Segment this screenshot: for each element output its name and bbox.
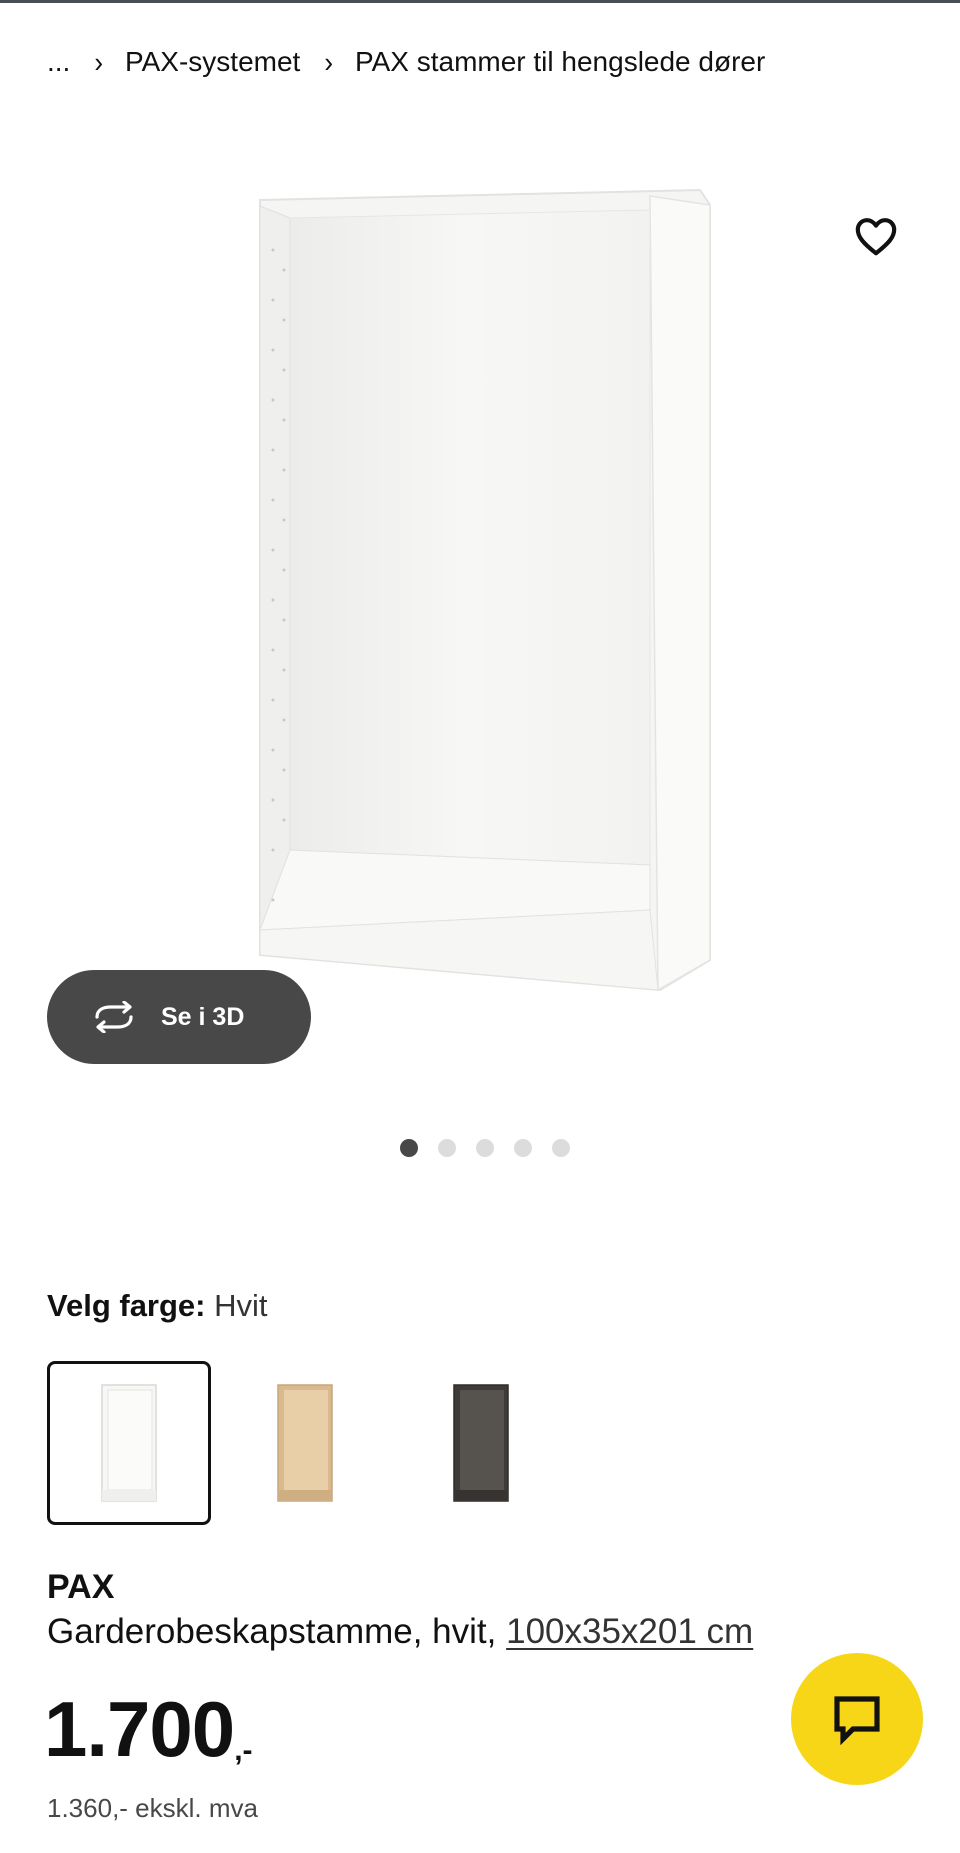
swatch-dark[interactable] <box>399 1361 563 1525</box>
oak-frame-thumbnail <box>277 1384 333 1502</box>
color-swatches <box>47 1361 563 1525</box>
price-ex-vat: 1.360,- ekskl. mva <box>47 1793 258 1823</box>
pagination-dot[interactable] <box>514 1139 532 1157</box>
product-type: Garderobeskapstamme, hvit, <box>47 1612 497 1651</box>
swatch-white[interactable] <box>47 1361 211 1525</box>
breadcrumb-ellipsis[interactable]: ... <box>47 46 70 78</box>
product-image[interactable] <box>240 160 740 1100</box>
swatch-oak[interactable] <box>223 1361 387 1525</box>
product-price: 1.700 ,- <box>44 1690 253 1768</box>
product-description: Garderobeskapstamme, hvit, 100x35x201 cm <box>47 1612 753 1652</box>
pagination-dot[interactable] <box>552 1139 570 1157</box>
selected-color-value: Hvit <box>214 1288 268 1323</box>
color-selector-label: Velg farge: Hvit <box>47 1288 268 1324</box>
pagination-dot[interactable] <box>438 1139 456 1157</box>
view-3d-label: Se i 3D <box>161 1002 245 1031</box>
pagination-dot[interactable] <box>476 1139 494 1157</box>
breadcrumb: ... › PAX-systemet › PAX stammer til hen… <box>47 44 765 78</box>
breadcrumb-separator: › <box>94 44 104 78</box>
favorite-button[interactable] <box>848 208 904 264</box>
breadcrumb-separator: › <box>324 44 333 78</box>
color-label-key: Velg farge: <box>47 1288 206 1323</box>
white-frame-thumbnail <box>101 1384 157 1502</box>
product-dimensions-link[interactable]: 100x35x201 cm <box>506 1612 753 1651</box>
dark-frame-thumbnail <box>453 1384 509 1502</box>
view-3d-button[interactable]: Se i 3D <box>47 970 311 1064</box>
chat-bubble-icon <box>834 1696 880 1745</box>
heart-icon <box>855 218 897 256</box>
rotate-3d-icon <box>95 1001 133 1033</box>
product-brand: PAX <box>47 1568 115 1606</box>
gallery-pagination <box>400 1139 570 1157</box>
pagination-dot[interactable] <box>400 1139 418 1157</box>
chat-button[interactable] <box>791 1653 923 1785</box>
top-bar <box>0 0 960 3</box>
price-main: 1.700 <box>44 1685 235 1773</box>
breadcrumb-item-pax-frames[interactable]: PAX stammer til hengslede dører <box>355 46 765 78</box>
price-suffix: ,- <box>234 1734 253 1767</box>
breadcrumb-item-pax-system[interactable]: PAX-systemet <box>125 46 300 78</box>
